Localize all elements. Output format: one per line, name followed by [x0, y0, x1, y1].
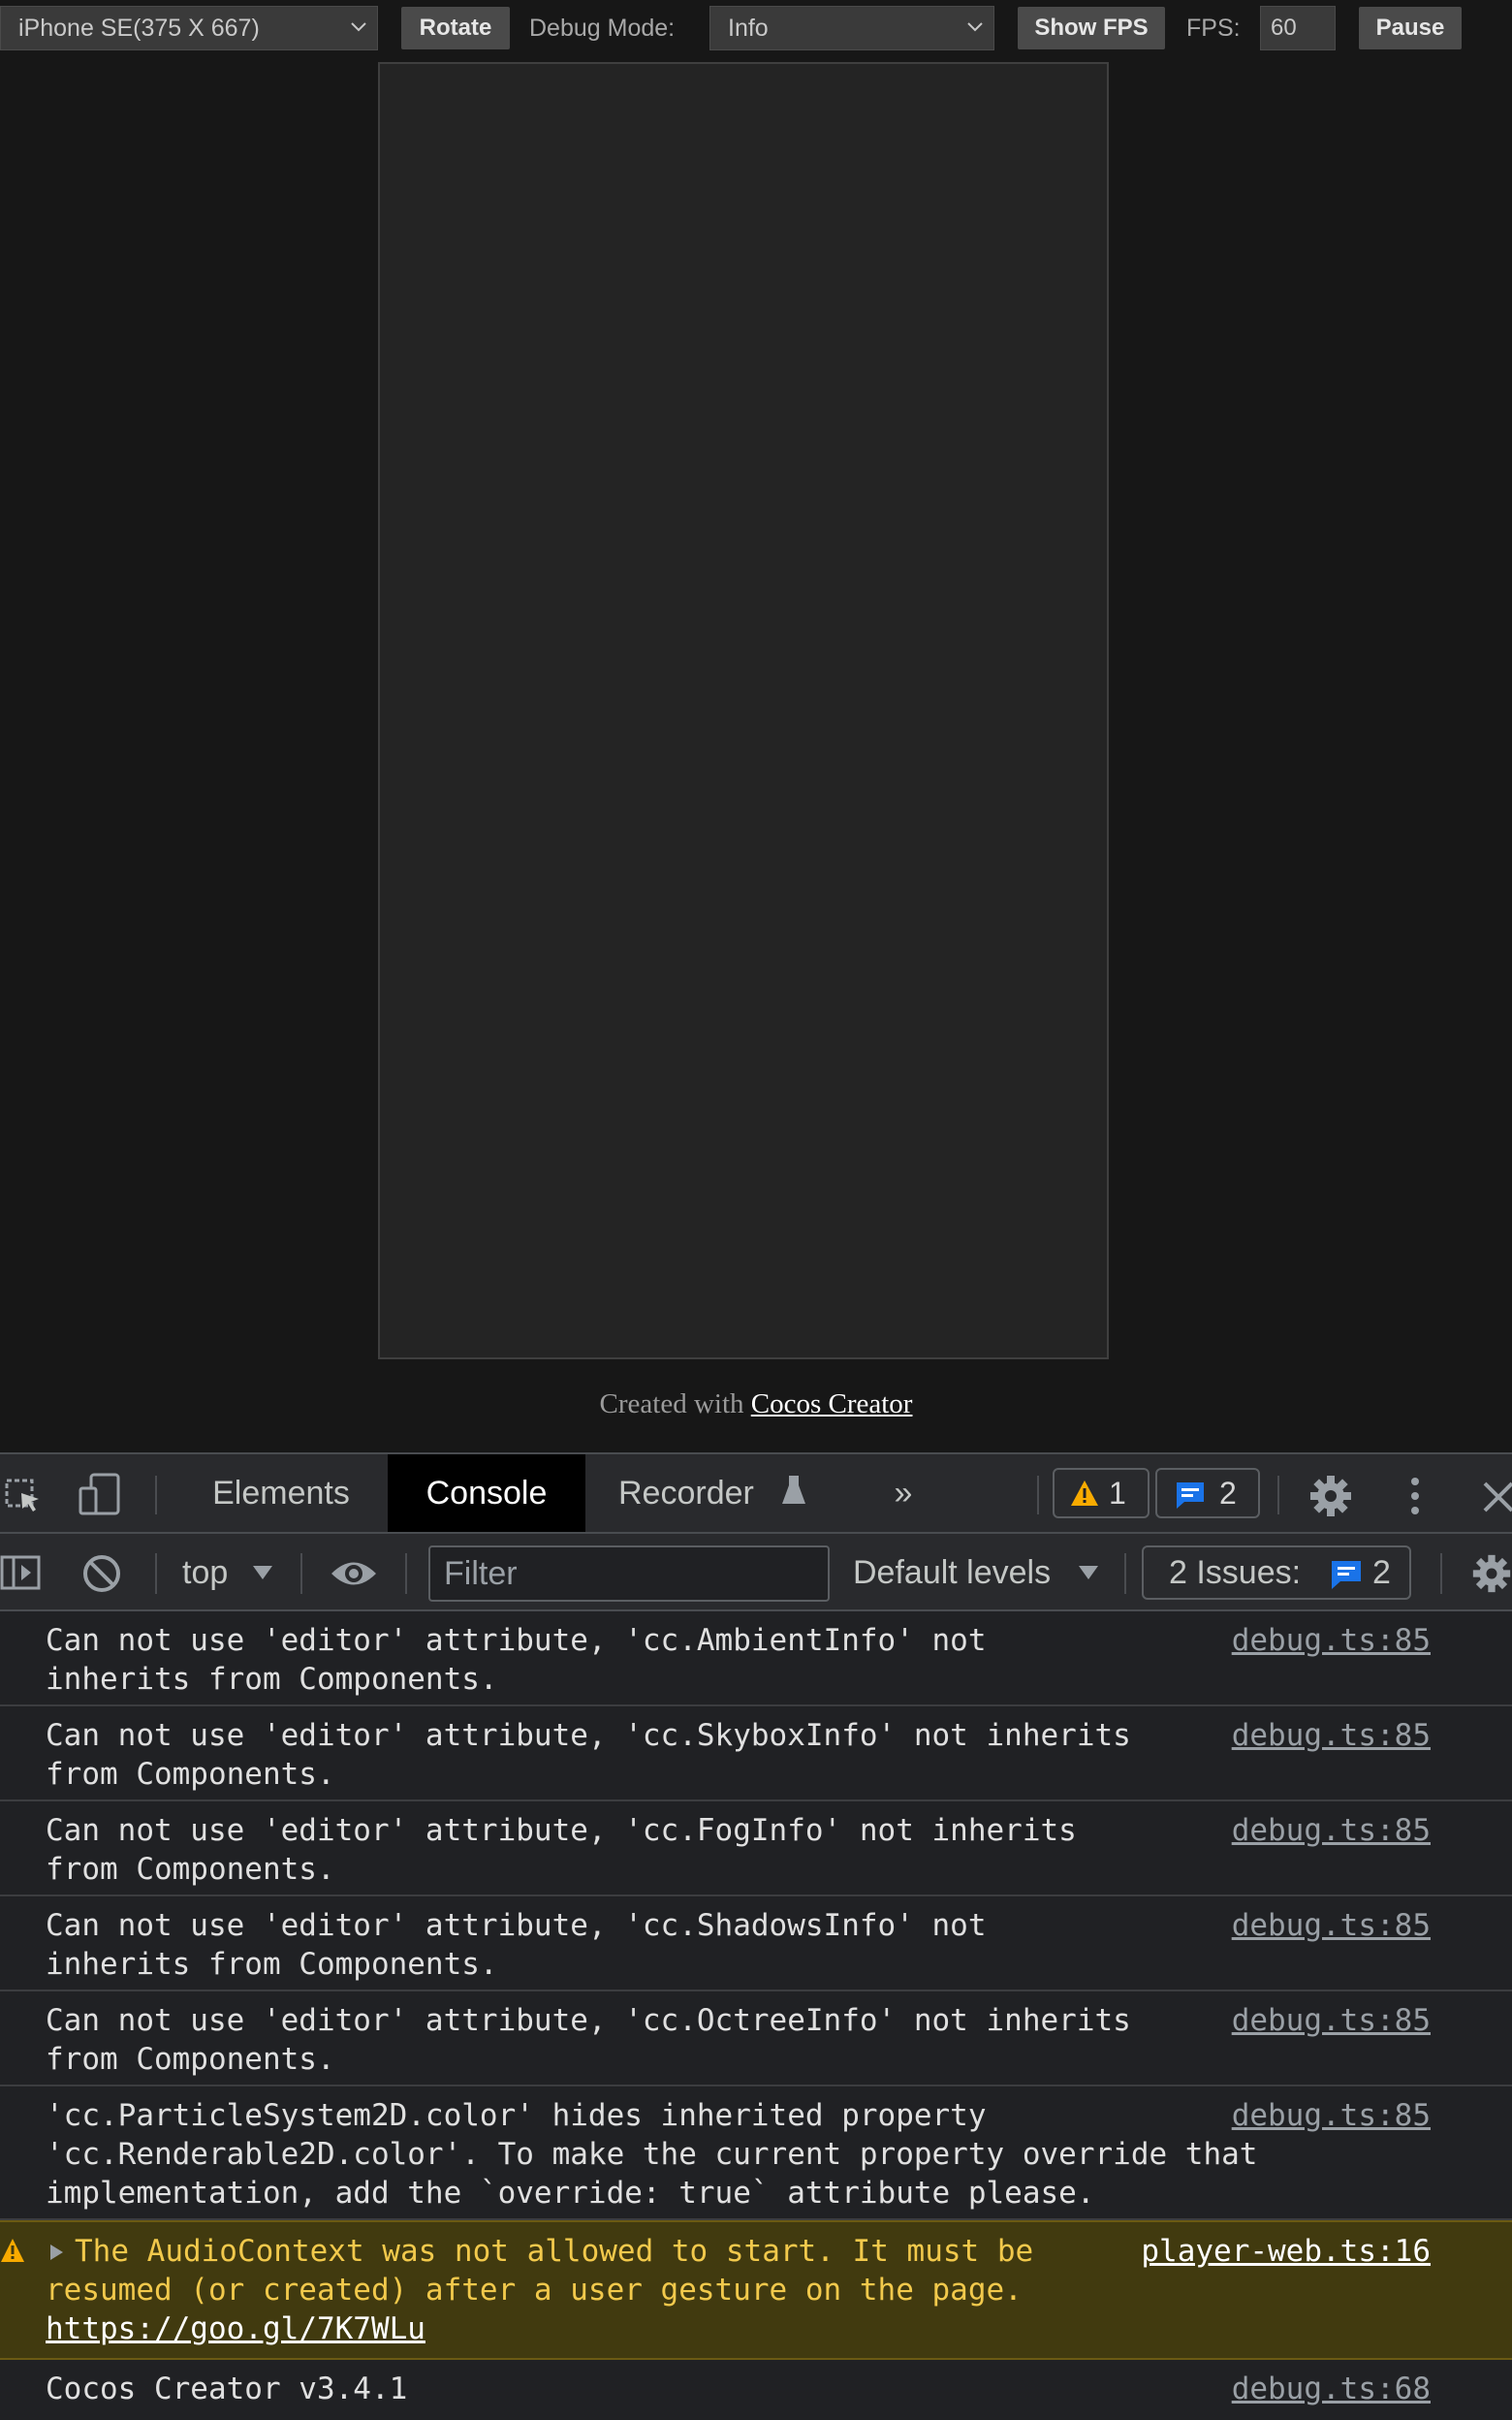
toolbar-divider [1440, 1553, 1442, 1594]
devtools-tabbar: Elements Console Recorder » 1 2 [0, 1454, 1512, 1534]
toolbar-divider [405, 1553, 407, 1594]
triangle-down-icon [1079, 1566, 1098, 1579]
game-canvas[interactable] [378, 62, 1109, 1359]
console-filter-bar: top Filter Default levels 2 Issues: 2 [0, 1534, 1512, 1611]
created-with-text: Created with [599, 1388, 744, 1419]
toolbar-divider [1037, 1476, 1039, 1514]
gear-icon[interactable] [1308, 1474, 1353, 1518]
filter-input[interactable]: Filter [428, 1545, 830, 1602]
console-message: Can not use 'editor' attribute, 'cc.Skyb… [0, 1706, 1512, 1801]
context-select[interactable]: top [182, 1549, 272, 1596]
issues-count: 2 [1372, 1554, 1391, 1591]
console-message-text: Cocos Creator v3.4.1 [46, 2372, 408, 2406]
chevron-down-icon [351, 22, 366, 32]
tab-recorder[interactable]: Recorder [601, 1454, 824, 1532]
message-icon [1332, 1561, 1361, 1589]
console-message-source[interactable]: debug.ts:85 [1232, 1716, 1431, 1755]
show-fps-button[interactable]: Show FPS [1018, 7, 1165, 49]
more-options-icon[interactable] [1402, 1474, 1429, 1518]
close-icon[interactable] [1479, 1478, 1512, 1512]
message-icon [1177, 1482, 1204, 1509]
console-message: Can not use 'editor' attribute, 'cc.Ambi… [0, 1611, 1512, 1706]
console-message-source[interactable]: debug.ts:85 [1232, 1906, 1431, 1945]
device-select-value: iPhone SE(375 X 667) [18, 15, 260, 42]
pause-button[interactable]: Pause [1359, 7, 1462, 49]
console-message-source[interactable]: debug.ts:85 [1232, 2096, 1431, 2135]
inspect-element-icon[interactable] [4, 1476, 43, 1514]
preview-toolbar: iPhone SE(375 X 667) Rotate Debug Mode: … [0, 0, 1512, 56]
chevron-down-icon [967, 22, 983, 32]
context-value: top [182, 1554, 229, 1591]
console-message-source[interactable]: debug.ts:68 [1232, 2370, 1431, 2408]
console-message: Can not use 'editor' attribute, 'cc.Octr… [0, 1991, 1512, 2086]
devtools-panel: Elements Console Recorder » 1 2 top Filt… [0, 1452, 1512, 2420]
fps-input[interactable]: 60 [1260, 6, 1336, 50]
tab-recorder-label: Recorder [618, 1475, 754, 1512]
fps-label: FPS: [1186, 15, 1241, 42]
debug-mode-value: Info [728, 15, 769, 42]
issues-button[interactable]: 2 Issues: 2 [1142, 1545, 1411, 1600]
toolbar-divider [155, 1553, 157, 1594]
console-message-text: Can not use 'editor' attribute, 'cc.Skyb… [46, 1718, 1131, 1792]
console-message-source[interactable]: debug.ts:85 [1232, 1811, 1431, 1850]
console-message-source[interactable]: debug.ts:85 [1232, 1621, 1431, 1660]
log-levels-value: Default levels [853, 1554, 1052, 1591]
clear-console-icon[interactable] [81, 1553, 122, 1594]
triangle-down-icon [253, 1566, 272, 1579]
warning-count: 1 [1109, 1476, 1126, 1511]
sidebar-toggle-icon[interactable] [0, 1553, 41, 1592]
debug-mode-label: Debug Mode: [529, 15, 676, 42]
warning-icon [1, 2239, 24, 2262]
rotate-button[interactable]: Rotate [401, 7, 510, 49]
console-message-text: Can not use 'editor' attribute, 'cc.Ambi… [46, 1623, 987, 1697]
console-warning: The AudioContext was not allowed to star… [0, 2220, 1512, 2360]
console-message-source[interactable]: debug.ts:85 [1232, 2001, 1431, 2040]
console-log: Can not use 'editor' attribute, 'cc.Ambi… [0, 1611, 1512, 2420]
console-settings-gear-icon[interactable] [1471, 1551, 1512, 1596]
message-count: 2 [1219, 1476, 1237, 1511]
console-message: Can not use 'editor' attribute, 'cc.FogI… [0, 1801, 1512, 1896]
more-tabs-button[interactable]: » [872, 1454, 934, 1532]
toolbar-divider [1124, 1553, 1126, 1594]
eye-icon[interactable] [330, 1557, 378, 1590]
flask-icon [782, 1476, 805, 1504]
toolbar-divider [155, 1476, 157, 1514]
console-message-text: Can not use 'editor' attribute, 'cc.Shad… [46, 1908, 987, 1982]
toolbar-divider [1277, 1476, 1279, 1514]
device-select[interactable]: iPhone SE(375 X 667) [0, 6, 378, 50]
tab-elements[interactable]: Elements [184, 1454, 378, 1532]
console-message: Cocos Creator v3.4.1 debug.ts:68 [0, 2360, 1512, 2418]
console-warning-message: The AudioContext was not allowed to star… [46, 2234, 1034, 2308]
console-warning-text: The AudioContext was not allowed to star… [46, 2232, 1209, 2348]
footer-credit: Created with Cocos Creator [0, 1388, 1512, 1420]
console-message-text: Can not use 'editor' attribute, 'cc.Octr… [46, 2003, 1131, 2077]
log-levels-select[interactable]: Default levels [853, 1549, 1098, 1596]
warning-icon [1071, 1481, 1098, 1506]
console-message-text: Can not use 'editor' attribute, 'cc.FogI… [46, 1813, 1077, 1887]
cocos-creator-link[interactable]: Cocos Creator [751, 1388, 913, 1419]
device-toolbar-icon[interactable] [78, 1472, 122, 1516]
warning-counter[interactable]: 1 [1053, 1468, 1150, 1518]
console-warning-link[interactable]: https://goo.gl/7K7WLu [46, 2311, 425, 2346]
toolbar-divider [300, 1553, 302, 1594]
console-message: 'cc.ParticleSystem2D.color' hides inheri… [0, 2086, 1512, 2220]
console-message: Can not use 'editor' attribute, 'cc.Shad… [0, 1896, 1512, 1991]
message-counter[interactable]: 2 [1155, 1468, 1260, 1518]
tab-console[interactable]: Console [388, 1454, 585, 1532]
issues-label: 2 Issues: [1169, 1554, 1302, 1591]
console-message-source[interactable]: player-web.ts:16 [1141, 2232, 1431, 2271]
debug-mode-select[interactable]: Info [709, 6, 994, 50]
